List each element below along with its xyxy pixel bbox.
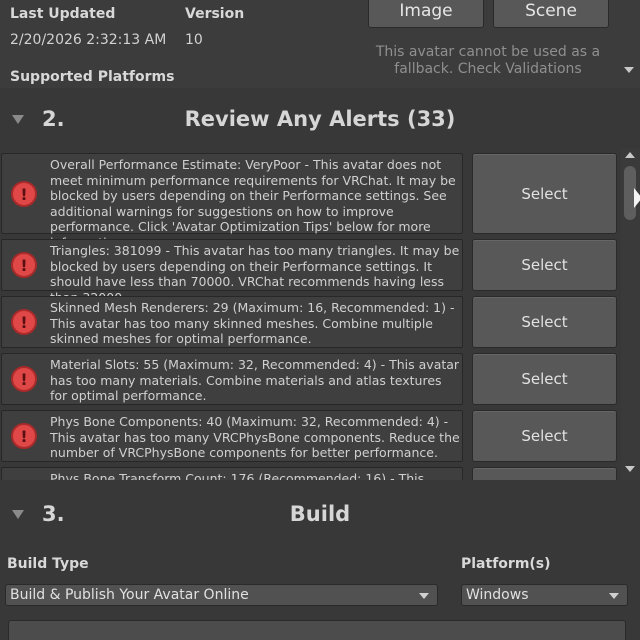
version-label: Version — [185, 6, 245, 22]
build-section-header[interactable]: 3. Build — [0, 484, 640, 542]
alert-row: ! Material Slots: 55 (Maximum: 32, Recom… — [0, 353, 620, 405]
select-button[interactable]: Select — [472, 153, 617, 234]
alert-message-box: ! Triangles: 381099 - This avatar has to… — [1, 239, 463, 305]
chevron-down-icon — [419, 593, 429, 599]
alert-message-box: ! Material Slots: 55 (Maximum: 32, Recom… — [1, 353, 463, 405]
platforms-value: Windows — [466, 587, 529, 603]
supported-platforms-label: Supported Platforms — [10, 69, 175, 85]
error-icon: ! — [11, 181, 37, 207]
alert-text: Phys Bone Components: 40 (Maximum: 32, R… — [50, 414, 460, 460]
select-button[interactable]: Select — [472, 296, 617, 348]
alert-row: ! Overall Performance Estimate: VeryPoor… — [0, 153, 620, 250]
alert-text: Phys Bone Transform Count: 176 (Recommen… — [50, 471, 425, 480]
build-publish-button[interactable] — [8, 620, 626, 640]
build-section-title: Build — [289, 502, 351, 526]
alerts-list: ! Overall Performance Estimate: VeryPoor… — [0, 148, 620, 480]
alert-message-box: ! Skinned Mesh Renderers: 29 (Maximum: 1… — [1, 296, 463, 348]
build-type-value: Build & Publish Your Avatar Online — [10, 587, 249, 603]
error-icon: ! — [11, 252, 37, 278]
alert-message-box: ! Overall Performance Estimate: VeryPoor… — [1, 153, 463, 250]
build-type-dropdown[interactable]: Build & Publish Your Avatar Online — [5, 584, 438, 606]
version-value: 10 — [185, 32, 203, 48]
error-icon: ! — [11, 366, 37, 392]
select-button[interactable]: Select — [472, 353, 617, 405]
fallback-note: This avatar cannot be used as a fallback… — [375, 44, 601, 77]
alert-row: ! Triangles: 381099 - This avatar has to… — [0, 239, 620, 305]
alert-row: ! Phys Bone Components: 40 (Maximum: 32,… — [0, 410, 620, 462]
scene-button[interactable]: Scene — [493, 0, 609, 28]
build-type-label: Build Type — [7, 556, 89, 572]
alert-message-box: ! Phys Bone Components: 40 (Maximum: 32,… — [1, 410, 463, 462]
chevron-down-icon — [609, 593, 619, 599]
select-button[interactable]: Select — [472, 239, 617, 291]
last-updated-label: Last Updated — [10, 6, 116, 22]
scroll-down-arrow-icon[interactable] — [625, 466, 635, 472]
last-updated-value: 2/20/2026 2:32:13 AM — [10, 32, 167, 48]
error-icon: ! — [11, 309, 37, 335]
alert-text: Overall Performance Estimate: VeryPoor -… — [50, 157, 456, 250]
alert-text: Material Slots: 55 (Maximum: 32, Recomme… — [50, 357, 460, 403]
alerts-section-header[interactable]: 2. Review Any Alerts (33) — [0, 90, 640, 148]
platforms-dropdown[interactable]: Windows — [461, 584, 628, 606]
platforms-label: Platform(s) — [461, 556, 551, 572]
alert-text: Skinned Mesh Renderers: 29 (Maximum: 16,… — [50, 300, 455, 346]
error-icon: ! — [11, 423, 37, 449]
alert-row: ! Phys Bone Transform Count: 176 (Recomm… — [0, 467, 620, 480]
avatar-info-panel: Last Updated 2/20/2026 2:32:13 AM Versio… — [0, 0, 640, 88]
alert-message-box: ! Phys Bone Transform Count: 176 (Recomm… — [1, 467, 463, 480]
scroll-up-arrow-icon[interactable] — [625, 152, 635, 158]
select-button[interactable] — [472, 467, 617, 480]
scroll-down-arrow-icon[interactable] — [624, 67, 634, 73]
alert-row: ! Skinned Mesh Renderers: 29 (Maximum: 1… — [0, 296, 620, 348]
image-button[interactable]: Image — [368, 0, 484, 28]
mouse-cursor-icon — [634, 188, 640, 208]
select-button[interactable]: Select — [472, 410, 617, 462]
alerts-section-title: Review Any Alerts (33) — [184, 107, 456, 131]
